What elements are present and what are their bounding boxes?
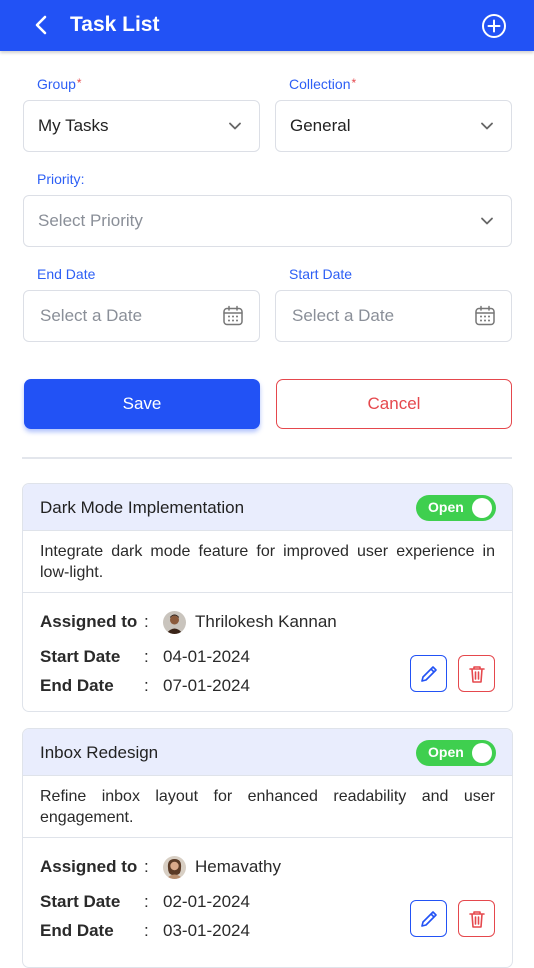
separator: : (144, 857, 149, 876)
calendar-icon (475, 305, 495, 326)
end-date-label: End Date (37, 266, 96, 282)
status-label: Open (428, 499, 464, 515)
delete-button[interactable] (458, 655, 495, 692)
separator: : (144, 612, 149, 631)
edit-button[interactable] (410, 900, 447, 937)
top-app-bar: Task List (0, 0, 534, 51)
group-select[interactable]: My Tasks (23, 100, 260, 152)
start-date-value: 04-01-2024 (163, 647, 250, 666)
start-date-field[interactable]: Select a Date (275, 290, 512, 342)
trash-icon (468, 910, 485, 928)
avatar (163, 611, 186, 634)
back-icon[interactable] (30, 13, 54, 37)
assignee-name: Thrilokesh Kannan (195, 612, 337, 631)
task-card: Inbox Redesign Open Refine inbox layout … (22, 728, 513, 968)
end-date-label: End Date (40, 921, 114, 940)
assigned-label: Assigned to (40, 857, 138, 876)
status-label: Open (428, 744, 464, 760)
page-title: Task List (70, 13, 160, 36)
separator: : (144, 676, 149, 695)
collection-value: General (290, 116, 351, 135)
end-date-placeholder: Select a Date (40, 306, 143, 325)
assignee-name: Hemavathy (195, 857, 281, 876)
group-label: Group* (37, 76, 82, 92)
priority-label: Priority: (37, 171, 85, 187)
pencil-icon (420, 665, 437, 682)
start-date-label: Start Date (40, 647, 121, 666)
task-description: Refine inbox layout for enhanced readabi… (23, 776, 512, 838)
avatar (163, 856, 186, 879)
separator: : (144, 892, 149, 911)
end-date-value: 03-01-2024 (163, 921, 250, 940)
separator: : (144, 647, 149, 666)
toggle-knob (472, 498, 492, 518)
delete-button[interactable] (458, 900, 495, 937)
task-description: Integrate dark mode feature for improved… (23, 531, 512, 593)
start-date-label: Start Date (289, 266, 353, 282)
end-date-label: End Date (40, 676, 114, 695)
collection-select[interactable]: General (275, 100, 512, 152)
save-button[interactable]: Save (24, 379, 260, 429)
status-toggle[interactable]: Open (416, 495, 496, 521)
priority-select[interactable]: Select Priority (23, 195, 512, 247)
separator: : (144, 921, 149, 940)
task-title: Inbox Redesign (40, 743, 159, 762)
end-date-value: 07-01-2024 (163, 676, 250, 695)
task-card-header: Dark Mode Implementation Open (23, 484, 512, 531)
start-date-placeholder: Select a Date (292, 306, 395, 325)
pencil-icon (420, 910, 437, 927)
trash-icon (468, 665, 485, 683)
task-details: Assigned to : Hemavathy Start Date : 02-… (23, 838, 512, 956)
start-date-value: 02-01-2024 (163, 892, 250, 911)
task-title: Dark Mode Implementation (40, 498, 245, 517)
calendar-icon (223, 305, 243, 326)
assigned-label: Assigned to (40, 612, 138, 631)
chevron-down-icon (229, 122, 241, 130)
edit-button[interactable] (410, 655, 447, 692)
task-card: Dark Mode Implementation Open Integrate … (22, 483, 513, 712)
chevron-down-icon (481, 122, 493, 130)
add-task-icon[interactable] (481, 13, 507, 39)
cancel-button[interactable]: Cancel (276, 379, 512, 429)
collection-label: Collection* (289, 76, 357, 92)
group-value: My Tasks (38, 116, 109, 135)
status-toggle[interactable]: Open (416, 740, 496, 766)
priority-placeholder: Select Priority (38, 211, 143, 230)
task-details: Assigned to : Thrilokesh Kannan Start Da… (23, 593, 512, 711)
start-date-label: Start Date (40, 892, 121, 911)
toggle-knob (472, 743, 492, 763)
divider (22, 457, 512, 459)
chevron-down-icon (481, 217, 493, 225)
end-date-field[interactable]: Select a Date (23, 290, 260, 342)
task-card-header: Inbox Redesign Open (23, 729, 512, 776)
